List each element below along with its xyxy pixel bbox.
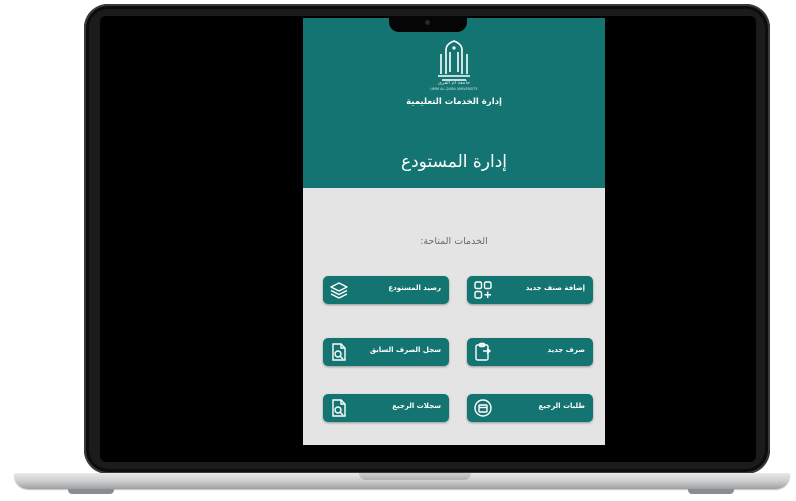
laptop-foot-left — [68, 489, 114, 494]
laptop-opening-notch — [359, 473, 471, 480]
document-search-icon — [332, 399, 346, 417]
university-name-en: UMM AL-QURA UNIVERSITY — [430, 87, 478, 91]
previous-disbursement-log-button[interactable]: سجل الصرف السابق — [323, 338, 449, 366]
laptop-base — [14, 473, 790, 489]
return-requests-label: طلبات الرجيع — [538, 402, 585, 410]
services-label: الخدمات المتاحة: — [420, 236, 488, 247]
laptop-foot-right — [688, 489, 734, 494]
add-new-item-label: إضافة صنف جديد — [525, 284, 585, 292]
university-name: جامعة أم القرى — [437, 80, 471, 86]
warehouse-balance-label: رصيد المستودع — [388, 284, 441, 292]
new-disbursement-button[interactable]: صرف جديد — [467, 338, 593, 366]
page-title: إدارة المستودع — [400, 152, 508, 172]
previous-disbursement-log-label: سجل الصرف السابق — [369, 346, 441, 354]
grid-plus-icon — [474, 281, 492, 299]
app-header: جامعة أم القرى UMM AL-QURA UNIVERSITY إد… — [303, 18, 605, 188]
add-new-item-button[interactable]: إضافة صنف جديد — [467, 276, 593, 304]
app-screen: جامعة أم القرى UMM AL-QURA UNIVERSITY إد… — [303, 18, 605, 445]
return-requests-button[interactable]: طلبات الرجيع — [467, 394, 593, 422]
document-search-icon — [332, 343, 346, 361]
camera-notch — [389, 16, 467, 32]
return-records-label: سجلات الرجيع — [392, 402, 441, 410]
clipboard-icon — [475, 342, 492, 361]
new-disbursement-label: صرف جديد — [547, 346, 585, 354]
layers-icon — [330, 282, 348, 299]
department-name: إدارة الخدمات التعليمية — [406, 97, 502, 107]
camera-icon — [425, 20, 430, 25]
return-records-button[interactable]: سجلات الرجيع — [323, 394, 449, 422]
warehouse-balance-button[interactable]: رصيد المستودع — [323, 276, 449, 304]
return-box-icon — [474, 399, 492, 417]
